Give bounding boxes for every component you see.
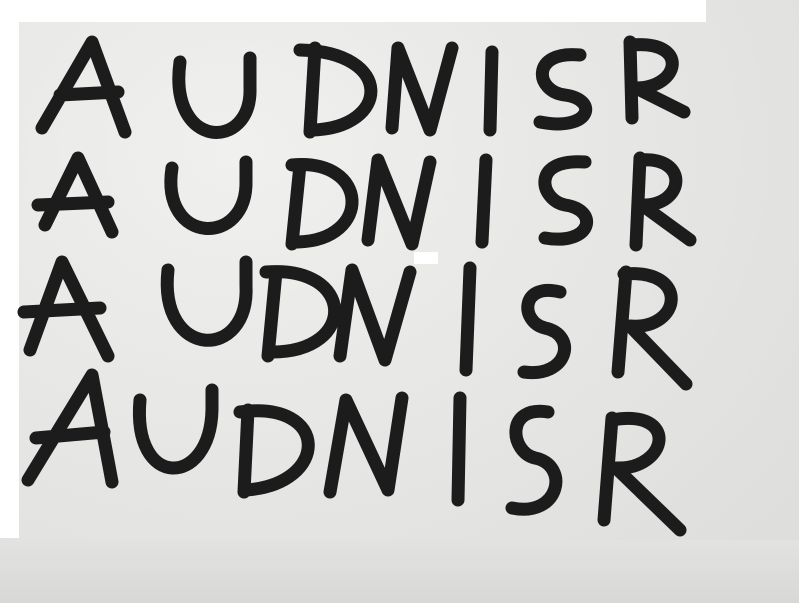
letter-R [623,35,691,125]
white-speck [414,252,438,264]
letter-R [629,151,697,252]
letter-D [259,265,342,363]
letter-R [597,411,687,537]
letter-S [538,155,593,246]
letter-I [459,261,477,377]
letter-U [164,155,253,235]
letter-S [533,48,593,131]
letter-A [21,368,119,489]
letter-D [293,41,378,139]
letter-N [361,153,437,251]
handwriting-photo [0,0,799,603]
letter-U [160,255,253,347]
letter-A [17,255,115,363]
letter-S [517,283,571,380]
letter-D [233,403,315,499]
letter-I [483,45,499,137]
letter-R [611,265,693,391]
letter-D [285,158,359,251]
letter-N [385,41,459,137]
letter-S [505,404,563,516]
letter-U [172,51,257,139]
row-3 [17,255,693,391]
row-4 [21,368,687,537]
letter-A [31,151,119,239]
row-1 [35,35,691,139]
letter-I [475,153,493,249]
letter-N [333,263,417,367]
letter-I [451,391,467,507]
row-2 [31,151,697,252]
brush-letters [17,35,697,537]
letter-N [323,391,409,499]
letter-A [35,35,132,139]
letter-U [132,383,219,475]
